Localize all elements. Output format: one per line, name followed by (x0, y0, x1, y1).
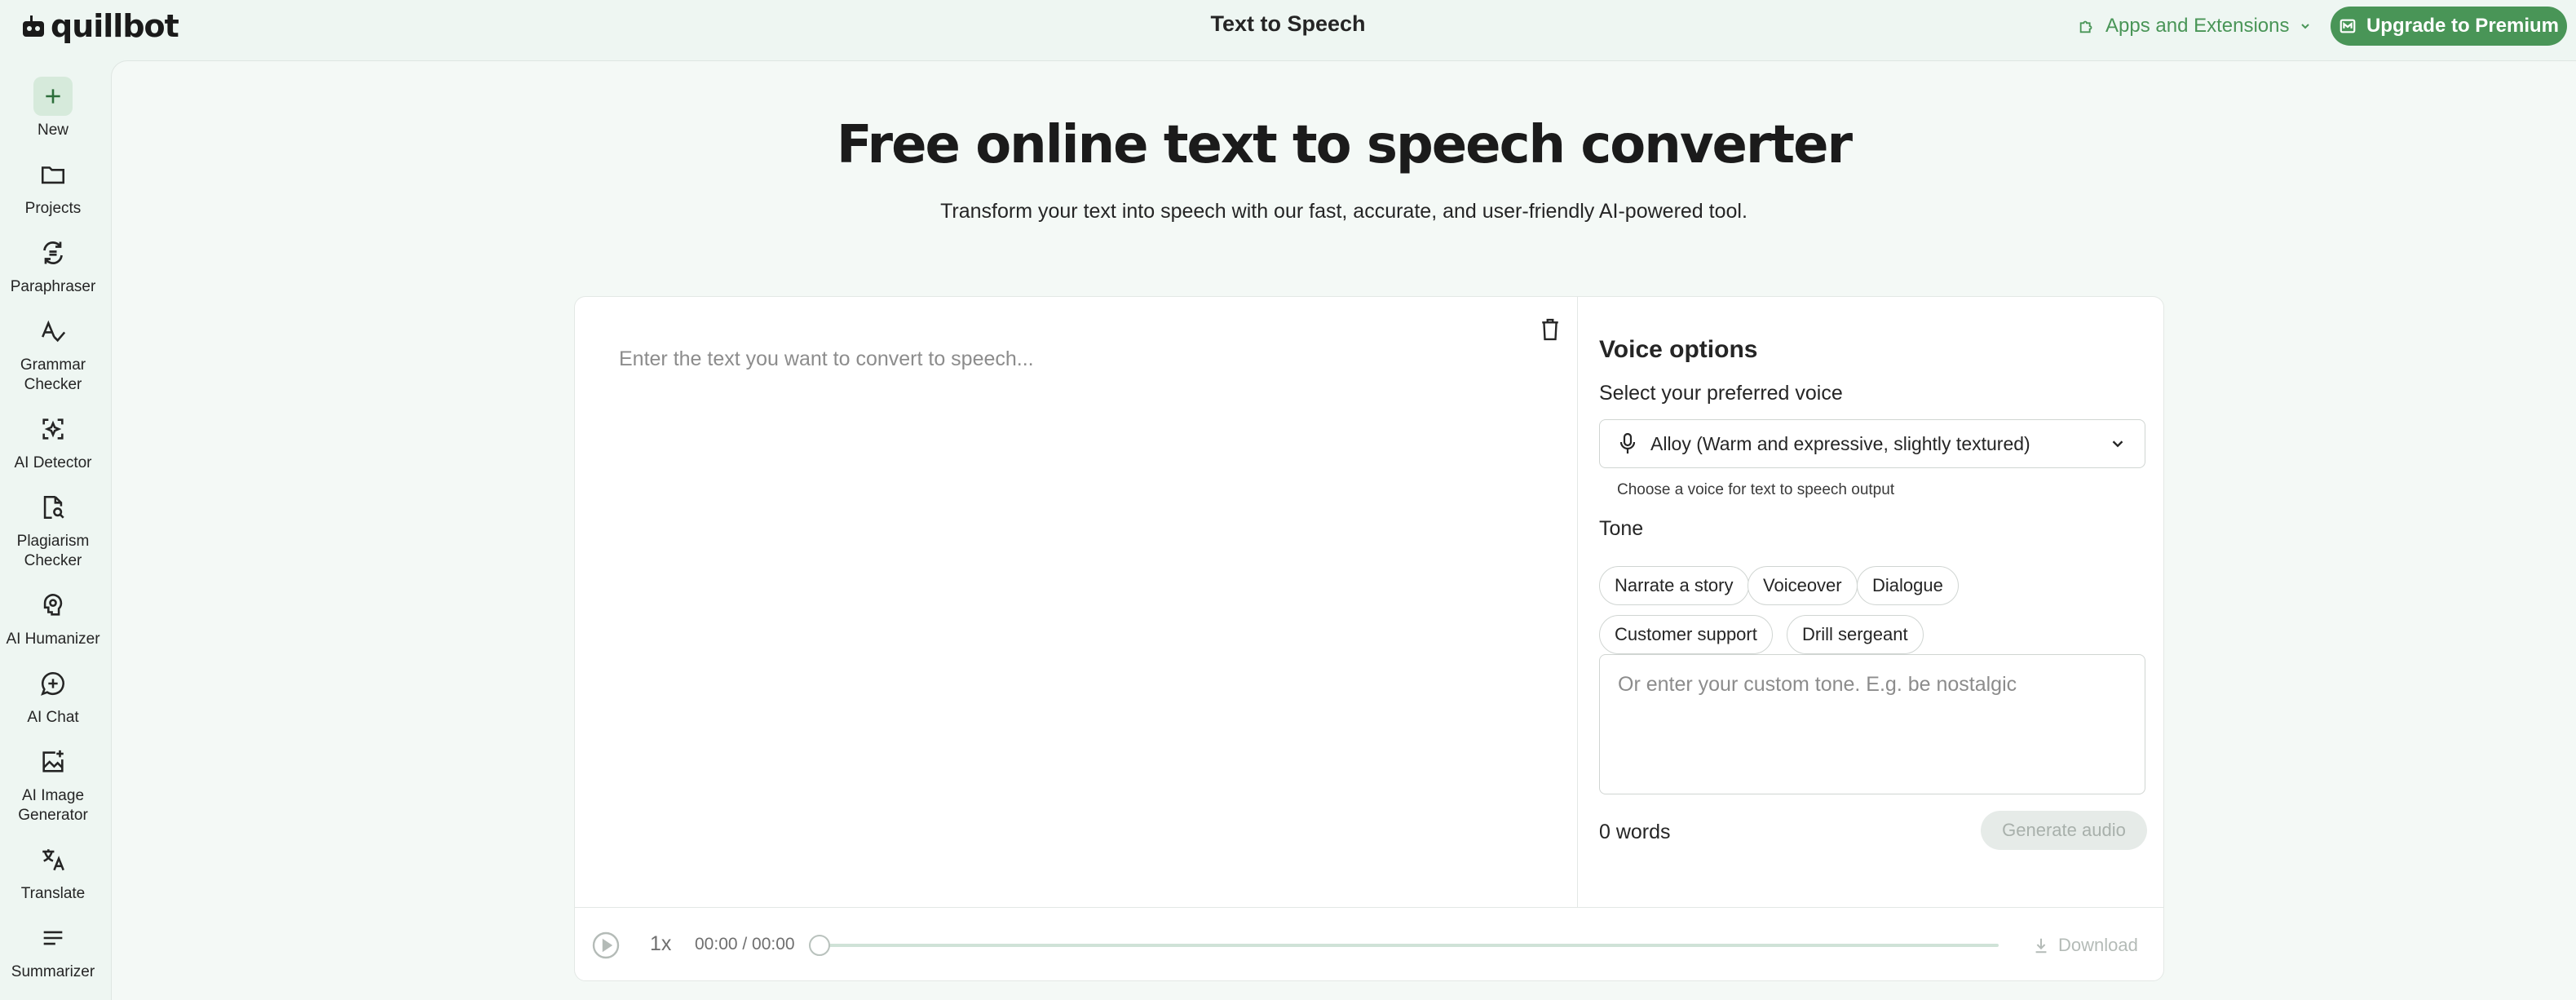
progress-thumb[interactable] (809, 935, 830, 956)
sidebar-item-label: Plagiarism Checker (16, 533, 90, 569)
paraphraser-icon (33, 233, 73, 272)
translate-icon (33, 840, 73, 879)
word-count: 0 words (1599, 821, 1671, 843)
sidebar-item-new[interactable]: New (0, 77, 106, 140)
play-icon[interactable] (591, 931, 621, 960)
apps-and-extensions-menu[interactable]: Apps and Extensions (2078, 10, 2312, 42)
progress-track[interactable] (820, 944, 1999, 947)
tone-label: Tone (1599, 517, 1644, 540)
quillbot-logo-icon (23, 15, 44, 37)
sidebar: New Projects Paraphraser Grammar Checker… (0, 55, 111, 1000)
image-generator-icon (33, 742, 73, 781)
apps-and-extensions-label: Apps and Extensions (2105, 15, 2290, 37)
voice-options-panel: Voice options Select your preferred voic… (1578, 297, 2163, 907)
grammar-icon (33, 312, 73, 351)
top-bar: quillbot Text to Speech Apps and Extensi… (0, 0, 2576, 55)
voice-select-label: Select your preferred voice (1599, 382, 1843, 405)
sidebar-item-label: Translate (20, 885, 86, 902)
sidebar-item-label: Paraphraser (10, 278, 96, 295)
puzzle-icon (2079, 20, 2092, 33)
playback-time: 00:00 / 00:00 (695, 935, 795, 954)
upgrade-to-premium-button[interactable]: Upgrade to Premium (2331, 7, 2567, 46)
sidebar-item-plagiarism-checker[interactable]: Plagiarism Checker (0, 488, 106, 571)
tone-chip-dialogue[interactable]: Dialogue (1857, 566, 1959, 605)
sidebar-item-label: AI Humanizer (6, 631, 100, 648)
custom-tone-input[interactable] (1599, 654, 2145, 794)
voice-select[interactable]: Alloy (Warm and expressive, slightly tex… (1599, 419, 2145, 468)
sidebar-item-translate[interactable]: Translate (0, 840, 106, 904)
tone-chip-voiceover[interactable]: Voiceover (1748, 566, 1858, 605)
voice-options-title: Voice options (1599, 336, 1758, 363)
humanizer-icon (33, 586, 73, 625)
sidebar-item-label: Grammar Checker (20, 356, 86, 393)
sidebar-item-ai-humanizer[interactable]: AI Humanizer (0, 586, 106, 649)
download-label: Download (2058, 935, 2138, 955)
brand-name: quillbot (51, 8, 179, 44)
download-button[interactable]: Download (2032, 931, 2138, 960)
chat-icon (33, 664, 73, 703)
microphone-icon (1619, 432, 1636, 454)
sidebar-item-ai-detector[interactable]: AI Detector (0, 409, 106, 473)
generate-audio-button[interactable]: Generate audio (1981, 811, 2147, 850)
premium-crown-icon (2340, 19, 2356, 33)
audio-player: 1x 00:00 / 00:00 Download (575, 907, 2163, 980)
tone-chip-customer-support[interactable]: Customer support (1599, 615, 1773, 654)
sidebar-item-projects[interactable]: Projects (0, 155, 106, 219)
folder-icon (33, 155, 73, 194)
clear-text-button[interactable] (1535, 315, 1565, 344)
playback-speed[interactable]: 1x (650, 932, 671, 956)
tone-chip-drill-sergeant[interactable]: Drill sergeant (1787, 615, 1924, 654)
upgrade-label: Upgrade to Premium (2366, 15, 2560, 37)
tts-card: Enter the text you want to convert to sp… (574, 296, 2164, 981)
sidebar-item-grammar-checker[interactable]: Grammar Checker (0, 312, 106, 395)
quillbot-logo[interactable]: quillbot (21, 7, 179, 46)
hero-subtitle: Transform your text into speech with our… (940, 200, 1748, 223)
sidebar-item-label: Summarizer (11, 963, 95, 980)
summarizer-icon (33, 918, 73, 958)
chevron-down-icon (2112, 440, 2123, 448)
ai-detector-icon (33, 409, 73, 449)
sidebar-item-ai-image-generator[interactable]: AI Image Generator (0, 742, 106, 825)
sidebar-item-label: AI Image Generator (18, 787, 88, 824)
sidebar-item-summarizer[interactable]: Summarizer (0, 918, 106, 982)
sidebar-item-label: Projects (24, 200, 82, 217)
voice-help-text: Choose a voice for text to speech output (1617, 481, 1895, 498)
sidebar-item-label: AI Chat (27, 709, 79, 726)
chevron-down-icon (2301, 24, 2310, 29)
text-editor[interactable]: Enter the text you want to convert to sp… (575, 297, 1578, 907)
sidebar-item-ai-chat[interactable]: AI Chat (0, 664, 106, 728)
trash-icon (1542, 318, 1558, 341)
selected-voice: Alloy (Warm and expressive, slightly tex… (1650, 432, 2030, 454)
plagiarism-icon (33, 488, 73, 527)
sidebar-item-label: New (37, 122, 68, 139)
hero-title: Free online text to speech converter (836, 115, 1853, 175)
tone-chip-narrate-a-story[interactable]: Narrate a story (1599, 566, 1749, 605)
editor-placeholder: Enter the text you want to convert to sp… (619, 347, 1034, 370)
download-icon (2035, 938, 2047, 954)
main-content: Free online text to speech converter Tra… (111, 60, 2576, 1000)
sidebar-item-label: AI Detector (14, 454, 92, 471)
sidebar-item-paraphraser[interactable]: Paraphraser (0, 233, 106, 297)
plus-icon (33, 77, 73, 116)
